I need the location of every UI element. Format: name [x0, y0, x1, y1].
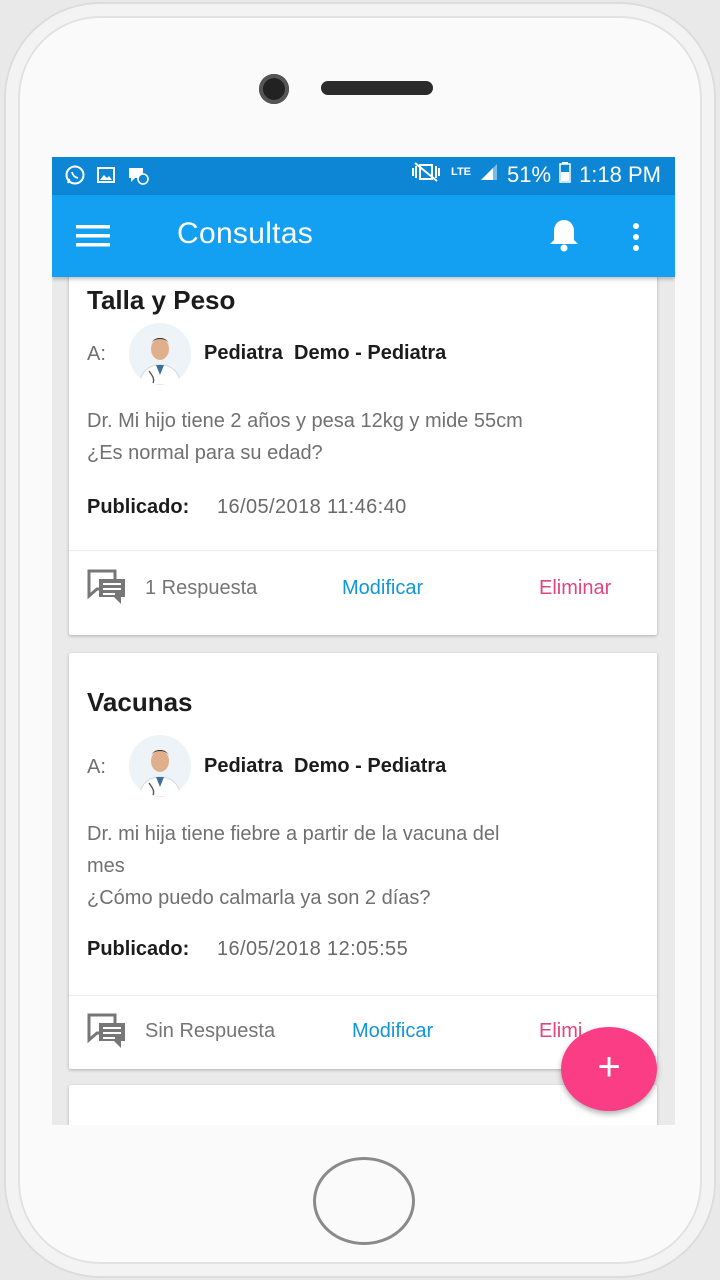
battery-icon — [559, 161, 571, 189]
earpiece-speaker — [321, 81, 433, 95]
card-divider — [69, 550, 657, 551]
menu-icon[interactable] — [76, 223, 110, 249]
doctor-name: Pediatra Demo - Pediatra — [204, 755, 447, 777]
whatsapp-icon — [64, 164, 86, 191]
recipient-label: A: — [87, 756, 106, 778]
consultation-card[interactable]: Vacunas A: Pediatra Demo - Pediatra Dr. … — [69, 653, 657, 1069]
doctor-name: Pediatra Demo - Pediatra — [204, 342, 447, 364]
chat-bubbles-icon — [87, 1013, 127, 1049]
image-icon — [96, 165, 116, 190]
signal-icon — [479, 162, 499, 188]
consultation-body-line: Dr. mi hija tiene fiebre a partir de la … — [87, 823, 500, 845]
published-date: 16/05/2018 11:46:40 — [217, 496, 407, 518]
lte-icon: LTE — [451, 165, 472, 178]
status-time: 1:18 PM — [579, 162, 661, 187]
front-camera — [259, 74, 289, 104]
consultation-card[interactable]: Talla y Peso A: Pediatra Demo - Pediatra… — [69, 277, 657, 635]
battery-percent: 51% — [507, 162, 552, 187]
add-consultation-button[interactable]: + — [561, 1027, 657, 1111]
published-label: Publicado: — [87, 496, 190, 518]
consultation-list: Talla y Peso A: Pediatra Demo - Pediatra… — [52, 277, 675, 1125]
mute-vibrate-icon — [409, 161, 443, 189]
consultation-title: Vacunas — [87, 687, 193, 717]
consultation-body-line: ¿Es normal para su edad? — [87, 442, 323, 464]
consultation-body-line: Dr. Mi hijo tiene 2 años y pesa 12kg y m… — [87, 410, 523, 432]
response-count[interactable]: Sin Respuesta — [145, 1020, 275, 1043]
recipient-label: A: — [87, 343, 106, 365]
consultation-title: Talla y Peso — [87, 285, 236, 315]
modify-button[interactable]: Modificar — [342, 577, 423, 600]
chat-bubbles-icon — [87, 569, 127, 605]
bell-icon[interactable] — [548, 217, 580, 253]
doctor-avatar — [129, 735, 191, 797]
page-title: Consultas — [177, 217, 314, 250]
screen: LTE 51% 1:18 PM Consultas Talla y Peso A… — [52, 157, 675, 1125]
consultation-body-line: mes — [87, 855, 125, 877]
consultation-body: Dr. mi hija tiene fiebre a partir de la … — [87, 818, 627, 914]
delete-button[interactable]: Eliminar — [539, 577, 611, 600]
published-label: Publicado: — [87, 938, 190, 960]
more-vert-icon[interactable] — [626, 221, 646, 253]
doctor-avatar — [129, 323, 191, 385]
message-icon — [126, 164, 150, 191]
published-date: 16/05/2018 12:05:55 — [217, 938, 409, 960]
status-bar: LTE 51% 1:18 PM — [52, 157, 675, 195]
card-divider — [69, 995, 657, 996]
consultation-body: Dr. Mi hijo tiene 2 años y pesa 12kg y m… — [87, 405, 627, 469]
consultation-body-line: ¿Cómo puedo calmarla ya son 2 días? — [87, 887, 431, 909]
response-count[interactable]: 1 Respuesta — [145, 577, 257, 600]
modify-button[interactable]: Modificar — [352, 1020, 433, 1043]
home-button[interactable] — [313, 1157, 415, 1245]
app-bar: Consultas — [52, 195, 675, 277]
